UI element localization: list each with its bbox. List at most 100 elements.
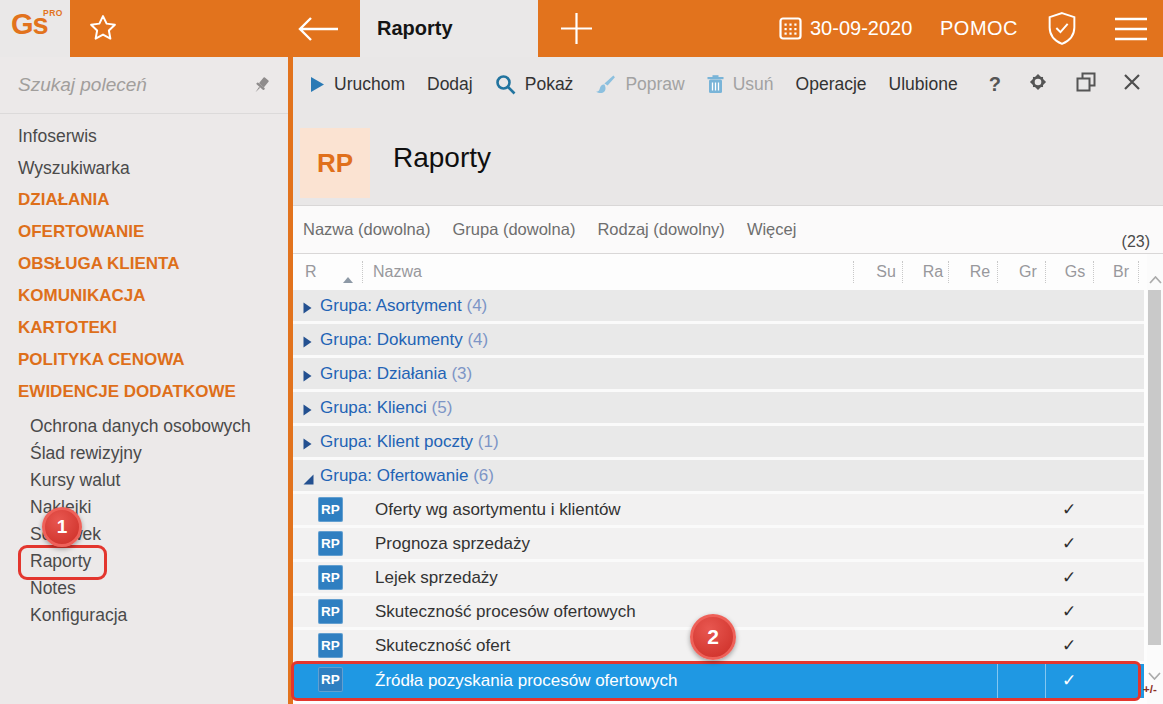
sidebar-item-ochrona-danych-osobowych[interactable]: Ochrona danych osobowych <box>0 413 288 440</box>
group-row-label: Grupa: Asortyment (4) <box>320 290 487 321</box>
shield-icon[interactable] <box>1046 11 1078 50</box>
toolbar-button-dodaj[interactable]: Dodaj <box>427 74 473 95</box>
column-header-r[interactable]: R <box>305 254 317 290</box>
report-row-lejek-sprzedaży[interactable]: RPLejek sprzedaży✓ <box>293 562 1144 596</box>
toolbar-buttons: Uruchom Dodaj Pokaż Popraw Usuń Operacje Ulubi… <box>310 74 980 95</box>
play-icon <box>310 76 325 93</box>
report-name: Skuteczność procesów ofertowych <box>375 596 636 627</box>
customize-gear-icon[interactable] <box>1027 71 1049 98</box>
sidebar-item-ofertowanie[interactable]: OFERTOWANIE <box>0 216 288 248</box>
app-logo[interactable]: Gs PRO <box>0 0 70 57</box>
annotation-badge-1: 1 <box>42 507 82 547</box>
column-header-ra[interactable]: Ra <box>910 254 956 290</box>
toolbar-button-operacje[interactable]: Operacje <box>796 74 867 95</box>
cascade-windows-icon[interactable] <box>1075 71 1097 98</box>
toolbar-button-label: Operacje <box>796 74 867 95</box>
filter-nazwa-dowolna[interactable]: Nazwa (dowolna) <box>303 206 430 252</box>
collapsed-triangle-icon[interactable] <box>303 436 312 454</box>
group-row-klient-poczty[interactable]: Grupa: Klient poczty (1) <box>293 426 1144 460</box>
plus-minus-label: +/- <box>1143 683 1157 695</box>
group-prefix: Grupa: <box>320 330 372 349</box>
scrollbar-thumb[interactable] <box>1148 290 1161 645</box>
column-separator <box>853 261 854 283</box>
help-question-icon[interactable]: ? <box>989 73 1001 96</box>
group-row-klienci[interactable]: Grupa: Klienci (5) <box>293 392 1144 426</box>
group-name: Klient poczty <box>377 432 473 451</box>
filter-grupa-dowolna[interactable]: Grupa (dowolna) <box>452 206 575 252</box>
brush-icon <box>595 75 616 94</box>
tab-raporty[interactable]: Raporty <box>360 0 538 57</box>
report-row-prognoza-sprzedaży[interactable]: RPPrognoza sprzedaży✓ <box>293 528 1144 562</box>
collapsed-triangle-icon[interactable] <box>303 300 312 318</box>
column-separator <box>1093 261 1094 283</box>
toolbar-button-pokaż[interactable]: Pokaż <box>495 74 574 95</box>
group-prefix: Grupa: <box>320 466 372 485</box>
column-separator <box>948 261 949 283</box>
sidebar-item-ewidencje-dodatkowe[interactable]: EWIDENCJE DODATKOWE <box>0 376 288 408</box>
filter-rodzaj-dowolny[interactable]: Rodzaj (dowolny) <box>597 206 724 252</box>
new-tab-plus-icon[interactable] <box>558 10 595 51</box>
group-prefix: Grupa: <box>320 296 372 315</box>
column-separator <box>1045 261 1046 283</box>
back-arrow-icon[interactable] <box>296 14 340 48</box>
favorites-star-icon[interactable] <box>88 13 118 47</box>
scroll-up-icon[interactable] <box>1149 270 1162 288</box>
toolbar-button-usuń[interactable]: Usuń <box>707 74 774 95</box>
report-row-źródła-pozyskania-procesów-ofertowych[interactable]: RPŹródła pozyskania procesów ofertowych✓ <box>293 664 1144 698</box>
group-row-asortyment[interactable]: Grupa: Asortyment (4) <box>293 290 1144 324</box>
group-name: Działania <box>377 364 447 383</box>
sidebar-item-polityka-cenowa[interactable]: POLITYKA CENOWA <box>0 344 288 376</box>
toolbar-button-popraw[interactable]: Popraw <box>595 74 684 95</box>
toolbar-button-ulubione[interactable]: Ulubione <box>889 74 958 95</box>
column-header-nazwa[interactable]: Nazwa <box>373 254 422 290</box>
sidebar-item-komunikacja[interactable]: KOMUNIKACJA <box>0 280 288 312</box>
filter-band: Nazwa (dowolna) Grupa (dowolna) Rodzaj (do… <box>293 205 1163 254</box>
gs-checkmark: ✓ <box>1046 664 1092 698</box>
pin-icon[interactable] <box>250 74 272 100</box>
group-row-dokumenty[interactable]: Grupa: Dokumenty (4) <box>293 324 1144 358</box>
application-window: Gs PRO Raporty 30-09-2020 POMOC Szukaj p… <box>0 0 1163 704</box>
report-row-oferty-wg-asortymentu-i-klientów[interactable]: RPOferty wg asortymentu i klientów✓ <box>293 494 1144 528</box>
sidebar-item-kartoteki[interactable]: KARTOTEKI <box>0 312 288 344</box>
collapsed-triangle-icon[interactable] <box>303 334 312 352</box>
report-name: Lejek sprzedaży <box>375 562 498 593</box>
toolbar-button-uruchom[interactable]: Uruchom <box>310 74 405 95</box>
annotation-rect-raporty <box>18 545 107 580</box>
app-logo-pro: PRO <box>43 8 63 18</box>
report-name: Źródła pozyskania procesów ofertowych <box>375 664 677 698</box>
sidebar-item-ślad-rewizyjny[interactable]: Ślad rewizyjny <box>0 440 288 467</box>
page-title: Raporty <box>393 111 491 205</box>
collapsed-triangle-icon[interactable] <box>303 402 312 420</box>
close-icon[interactable] <box>1123 73 1141 96</box>
command-search[interactable]: Szukaj poleceń <box>0 57 288 114</box>
entity-badge: RP <box>300 128 370 198</box>
sidebar-item-kursy-walut[interactable]: Kursy walut <box>0 467 288 494</box>
sidebar-item-infoserwis[interactable]: Infoserwis <box>0 120 288 152</box>
search-icon <box>495 74 516 95</box>
sort-ascending-icon <box>343 269 353 287</box>
vertical-scrollbar[interactable] <box>1147 254 1163 704</box>
group-row-ofertowanie[interactable]: Grupa: Ofertowanie (6) <box>293 460 1144 494</box>
cell-separator <box>1045 664 1046 698</box>
gs-checkmark: ✓ <box>1046 528 1092 559</box>
sidebar-item-obsługa-klienta[interactable]: OBSŁUGA KLIENTA <box>0 248 288 280</box>
group-name: Ofertowanie <box>377 466 469 485</box>
help-menu[interactable]: POMOC <box>940 0 1018 56</box>
filter-więcej[interactable]: Więcej <box>747 206 797 252</box>
group-row-label: Grupa: Klient poczty (1) <box>320 426 499 457</box>
current-date[interactable]: 30-09-2020 <box>810 0 912 56</box>
collapsed-triangle-icon[interactable] <box>303 368 312 386</box>
grid-header: R Nazwa SuRaReGrGsBr <box>293 254 1147 290</box>
sidebar-item-wyszukiwarka[interactable]: Wyszukiwarka <box>0 152 288 184</box>
toolbar-button-label: Usuń <box>733 74 774 95</box>
scroll-down-icon[interactable] <box>1148 666 1161 684</box>
sidebar-item-działania[interactable]: DZIAŁANIA <box>0 184 288 216</box>
sidebar-item-konfiguracja[interactable]: Konfiguracja <box>0 602 288 629</box>
hamburger-menu-icon[interactable] <box>1114 16 1148 46</box>
expanded-triangle-icon[interactable] <box>303 471 314 489</box>
column-header-gs[interactable]: Gs <box>1052 254 1098 290</box>
calendar-icon[interactable] <box>779 17 802 44</box>
group-row-działania[interactable]: Grupa: Działania (3) <box>293 358 1144 392</box>
report-name: Skuteczność ofert <box>375 630 510 661</box>
group-row-label: Grupa: Działania (3) <box>320 358 472 389</box>
